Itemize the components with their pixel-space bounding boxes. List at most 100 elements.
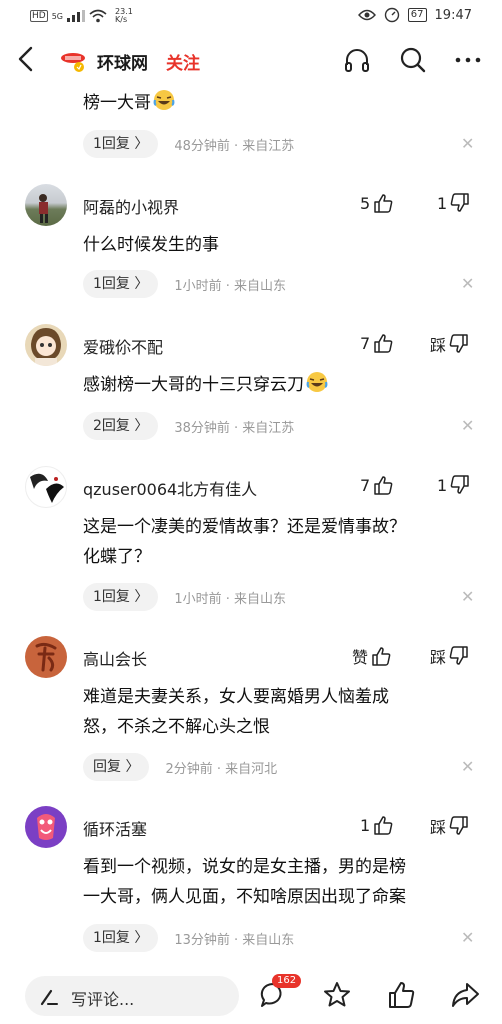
username[interactable]: 阿磊的小视界	[83, 194, 179, 218]
reply-count-button[interactable]: 1回复 〉	[83, 270, 159, 298]
battery-indicator: 67	[407, 8, 427, 22]
dislike-label: 踩	[430, 818, 447, 837]
close-icon[interactable]: ✕	[461, 274, 474, 293]
comment-text-line: 怒，不杀之不解心头之恨	[83, 717, 270, 737]
like-label: 赞	[352, 648, 369, 667]
status-bar: HD 5G 23.1 K/s 67 19:47	[0, 0, 502, 32]
like-count: 7	[360, 475, 371, 495]
comment-input-placeholder: 写评论...	[71, 990, 135, 1009]
like-button[interactable]: 赞	[352, 644, 392, 668]
eye-icon	[357, 9, 376, 21]
like-count: 7	[360, 333, 371, 353]
share-icon[interactable]	[450, 980, 480, 1010]
comment-meta: 13分钟前 · 来自山东	[174, 932, 295, 948]
comment-text-line: 化蝶了？	[83, 547, 151, 567]
username[interactable]: qzuser0064北方有佳人	[83, 476, 257, 500]
wifi-icon	[89, 9, 107, 23]
close-icon[interactable]: ✕	[461, 416, 474, 435]
thumbs-down-icon	[449, 816, 468, 835]
bottom-action-bar: 写评论... 162	[0, 968, 502, 1024]
like-button[interactable]: 5	[360, 192, 394, 214]
thumbs-up-icon	[374, 194, 393, 213]
comment-count-badge: 162	[272, 974, 302, 988]
clock: 19:47	[434, 7, 472, 23]
username[interactable]: 爱硪伱不配	[83, 334, 163, 358]
comment-text: 榜一大哥	[83, 88, 483, 118]
thumbs-down-icon	[449, 334, 468, 353]
reply-count-button[interactable]: 1回复 〉	[83, 130, 159, 158]
dislike-label: 踩	[430, 648, 447, 667]
more-icon[interactable]	[454, 46, 482, 74]
star-icon[interactable]	[322, 980, 352, 1010]
comment-meta: 2分钟前 · 来自河北	[165, 761, 278, 777]
signal-label: 5G	[51, 11, 63, 21]
reply-count-button[interactable]: 2回复 〉	[83, 412, 159, 440]
username[interactable]: 循环活塞	[83, 816, 147, 840]
close-icon[interactable]: ✕	[461, 757, 474, 776]
comment-text: 感谢榜一大哥的十三只穿云刀	[83, 370, 483, 400]
thumbs-down-icon	[450, 475, 469, 494]
dislike-count: 1	[437, 475, 448, 495]
comment-text: 难道是夫妻关系，女人要离婚男人恼羞成 怒，不杀之不解心头之恨	[83, 682, 483, 742]
dislike-button[interactable]: 踩	[430, 814, 470, 838]
pen-icon	[40, 989, 58, 1006]
comment-meta: 38分钟前 · 来自江苏	[174, 420, 295, 436]
thumbs-up-icon	[374, 816, 393, 835]
avatar[interactable]	[25, 636, 67, 678]
close-icon[interactable]: ✕	[461, 587, 474, 606]
net-speed-unit: K/s	[115, 15, 128, 24]
app-header: 环球网 关注	[0, 36, 502, 84]
comment-text: 这是一个凄美的爱情故事？还是爱情事故？ 化蝶了？	[83, 512, 483, 572]
comment-text-line: 一大哥，俩人见面，不知啥原因出现了命案	[83, 887, 406, 907]
avatar[interactable]	[25, 184, 67, 226]
dislike-button[interactable]: 踩	[430, 644, 470, 668]
dislike-button[interactable]: 踩	[430, 332, 470, 356]
like-count: 1	[360, 815, 371, 835]
follow-button[interactable]: 关注	[166, 49, 200, 74]
comment-input[interactable]: 写评论...	[25, 976, 239, 1016]
comment-text: 看到一个视频，说女的是女主播，男的是榜 一大哥，俩人见面，不知啥原因出现了命案	[83, 852, 483, 912]
reply-count-button[interactable]: 1回复 〉	[83, 583, 159, 611]
hd-indicator: HD	[30, 10, 48, 22]
back-icon[interactable]	[14, 44, 38, 74]
net-speed: 23.1 K/s	[115, 8, 133, 24]
reply-button[interactable]: 回复 〉	[83, 753, 150, 781]
avatar[interactable]	[25, 324, 67, 366]
comment-text-line: 难道是夫妻关系，女人要离婚男人恼羞成	[83, 687, 389, 707]
site-name[interactable]: 环球网	[97, 49, 148, 74]
timer-icon	[384, 7, 399, 23]
like-button[interactable]: 1	[360, 814, 394, 836]
thumbs-down-icon	[449, 646, 468, 665]
username[interactable]: 高山会长	[83, 646, 147, 670]
like-button[interactable]: 7	[360, 332, 394, 354]
thumbs-up-icon	[374, 334, 393, 353]
thumbs-down-icon	[450, 193, 469, 212]
laugh-cry-emoji-icon	[153, 90, 175, 110]
thumbs-up-icon	[372, 647, 391, 666]
site-logo-icon	[61, 53, 85, 72]
close-icon[interactable]: ✕	[461, 134, 474, 153]
signal-icon	[67, 10, 85, 22]
comment-meta: 1小时前 · 来自山东	[174, 278, 287, 294]
laugh-cry-emoji-icon	[306, 372, 328, 392]
like-button[interactable]: 7	[360, 474, 394, 496]
avatar[interactable]	[25, 466, 67, 508]
close-icon[interactable]: ✕	[461, 928, 474, 947]
avatar[interactable]	[25, 806, 67, 848]
dislike-count: 1	[437, 193, 448, 213]
comment-meta: 48分钟前 · 来自江苏	[174, 138, 295, 154]
thumbs-up-icon	[374, 476, 393, 495]
app-root: HD 5G 23.1 K/s 67 19:47 环球网 关注 榜一大哥 1回复 〉…	[0, 0, 502, 1024]
comment-text-line: 看到一个视频，说女的是女主播，男的是榜	[83, 857, 406, 877]
dislike-button[interactable]: 1	[437, 192, 471, 214]
dislike-label: 踩	[430, 336, 447, 355]
comment-meta: 1小时前 · 来自山东	[174, 591, 287, 607]
headphones-icon[interactable]	[343, 46, 371, 74]
reply-count-button[interactable]: 1回复 〉	[83, 924, 159, 952]
like-count: 5	[360, 193, 371, 213]
dislike-button[interactable]: 1	[437, 474, 471, 496]
search-icon[interactable]	[399, 46, 427, 74]
comment-text: 什么时候发生的事	[83, 235, 219, 255]
thumbs-up-icon[interactable]	[386, 980, 416, 1010]
comment-text-line: 这是一个凄美的爱情故事？还是爱情事故？	[83, 517, 406, 537]
